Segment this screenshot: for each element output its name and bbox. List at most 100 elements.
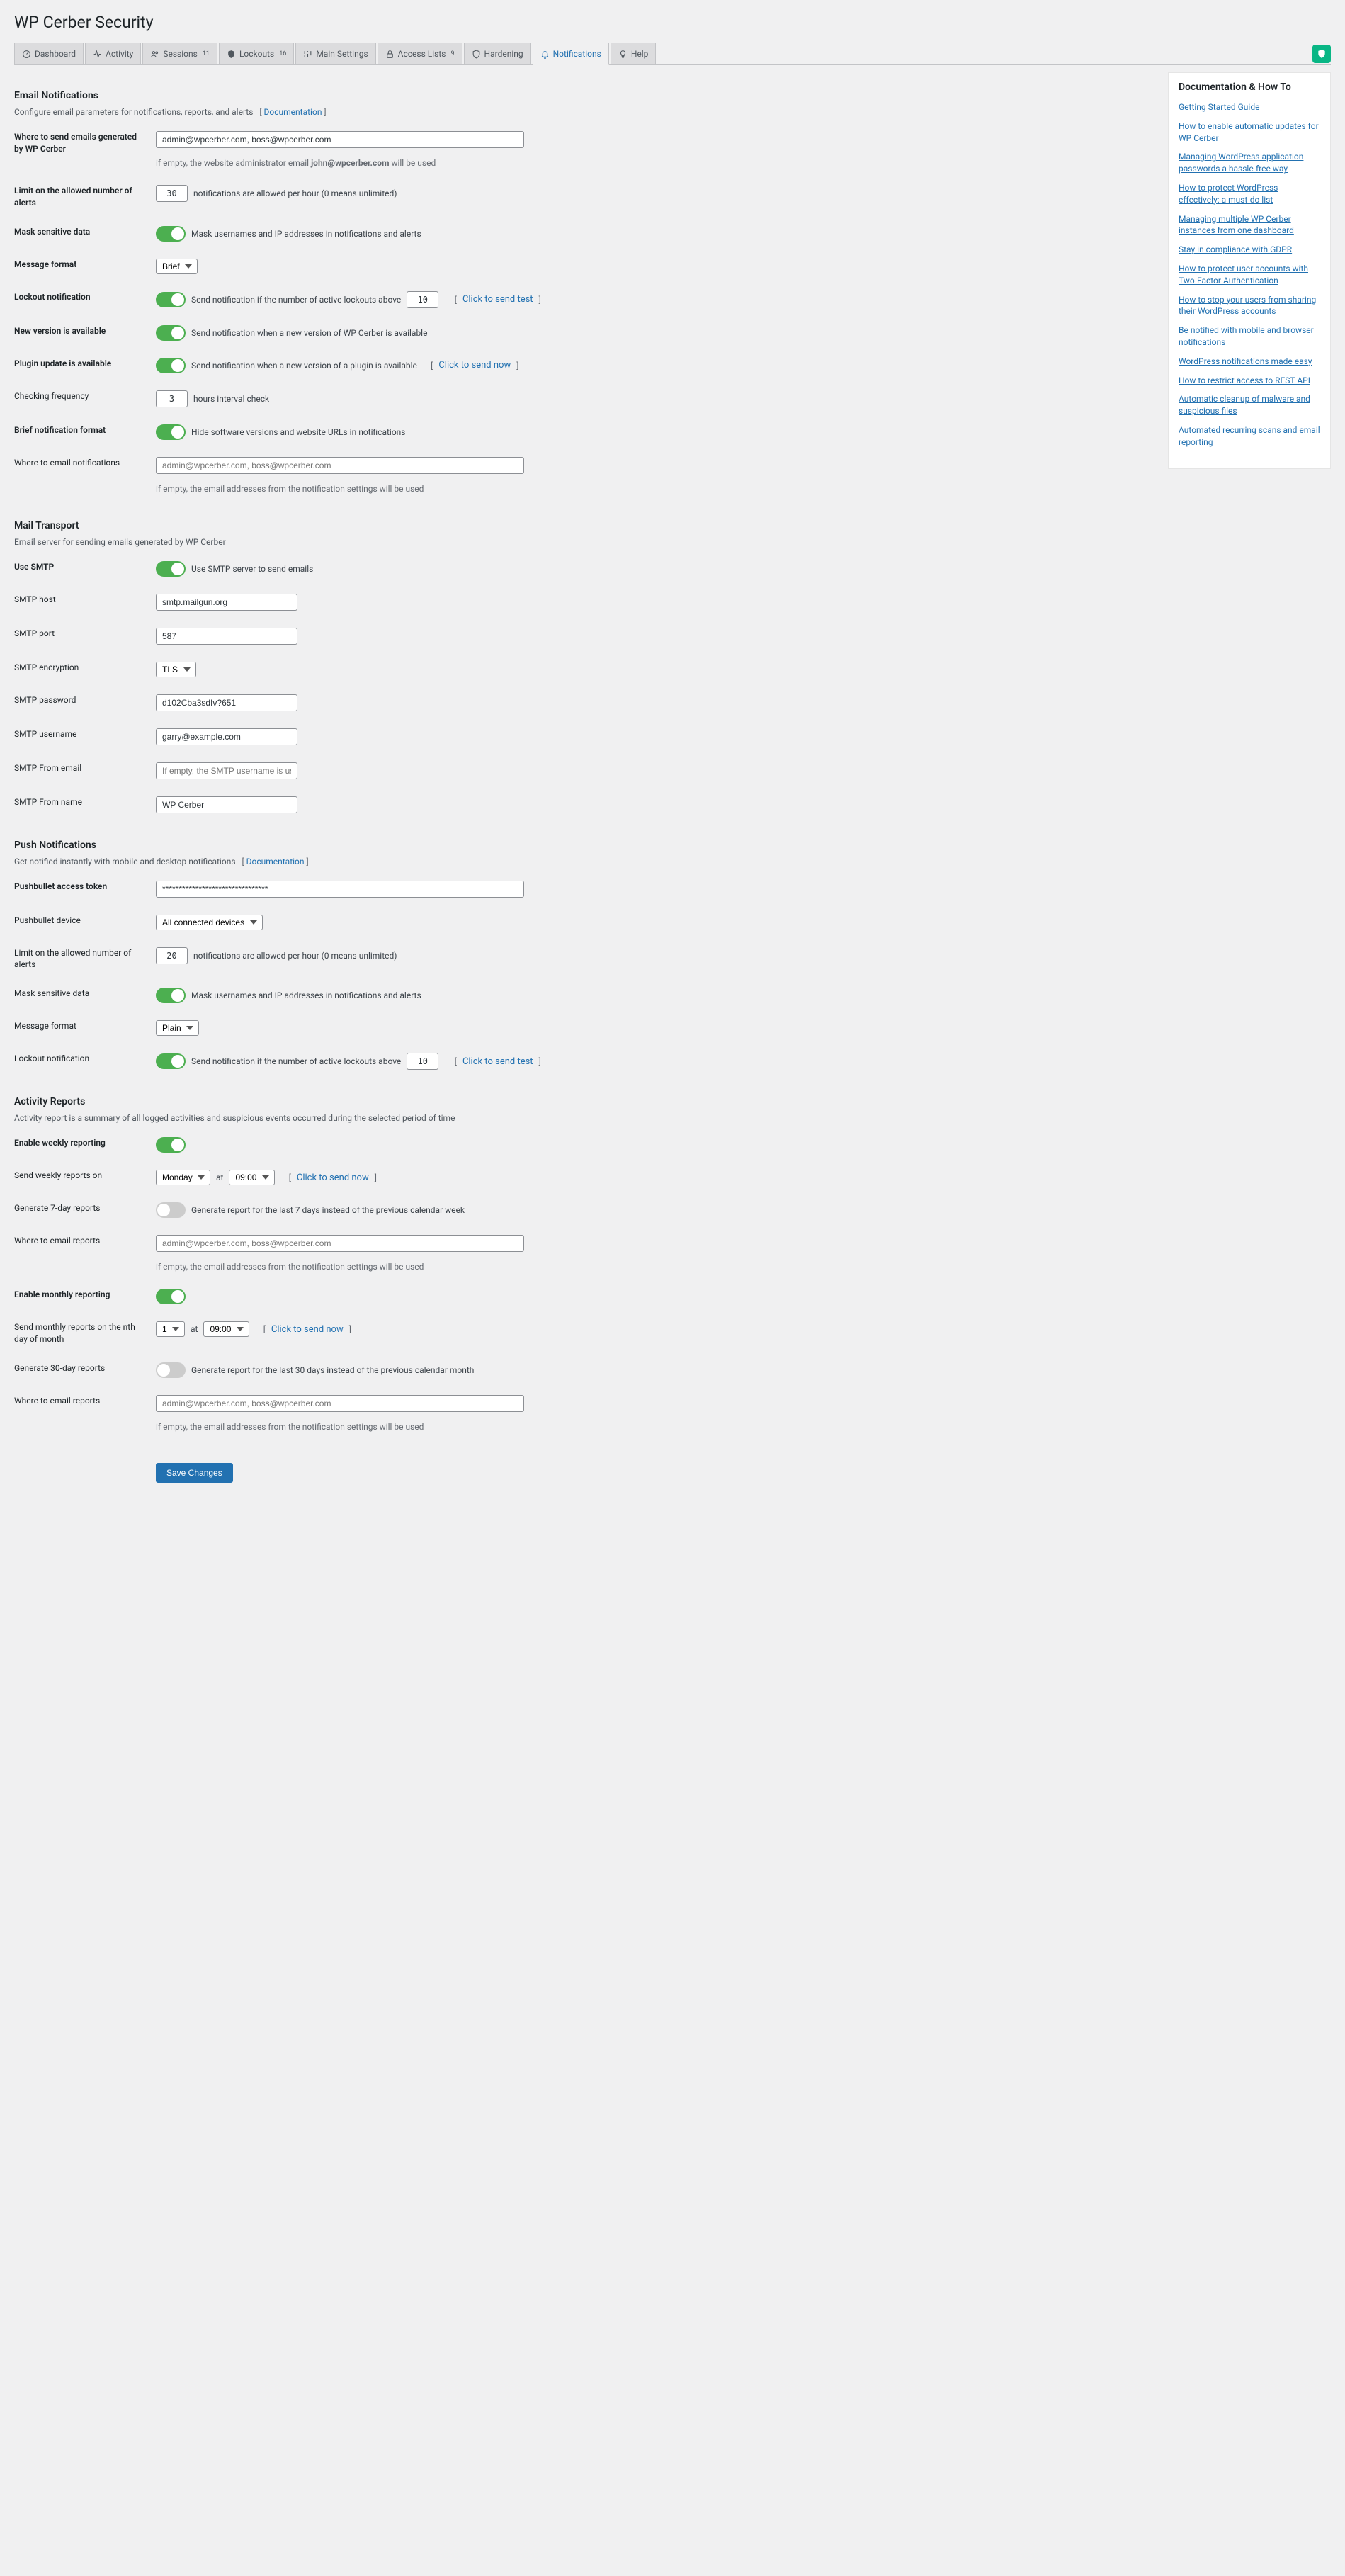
gen7-toggle[interactable]: [156, 1202, 186, 1218]
format-select[interactable]: Brief: [156, 259, 198, 274]
push-lockout-test-link[interactable]: Click to send test: [462, 1056, 533, 1067]
smtp-from-name-input[interactable]: [156, 796, 297, 813]
push-device-label: Pushbullet device: [14, 915, 156, 927]
tab-help[interactable]: Help: [611, 43, 657, 64]
monthly-time-select[interactable]: 09:00: [203, 1321, 249, 1337]
push-mask-hint: Mask usernames and IP addresses in notif…: [191, 990, 421, 1000]
lockout-test-link[interactable]: Click to send test: [462, 294, 533, 305]
push-device-select[interactable]: All connected devices: [156, 915, 263, 930]
smtp-port-label: SMTP port: [14, 628, 156, 640]
gen7-label: Generate 7-day reports: [14, 1202, 156, 1214]
save-button[interactable]: Save Changes: [156, 1463, 233, 1483]
push-lockout-label: Lockout notification: [14, 1053, 156, 1065]
sidebar-link[interactable]: Automatic cleanup of malware and suspici…: [1179, 393, 1320, 417]
push-heading: Push Notifications: [14, 840, 1154, 851]
limit-input[interactable]: [156, 185, 188, 202]
tab-dashboard[interactable]: Dashboard: [14, 43, 84, 64]
monthly-day-select[interactable]: 1: [156, 1321, 185, 1337]
lockout-value-input[interactable]: [407, 291, 438, 308]
bell-icon: [540, 50, 550, 59]
push-lockout-toggle[interactable]: [156, 1053, 186, 1069]
sidebar-link[interactable]: Managing WordPress application passwords…: [1179, 151, 1320, 175]
newver-toggle[interactable]: [156, 325, 186, 341]
email-doc-link[interactable]: Documentation: [264, 107, 322, 117]
smtp-pass-input[interactable]: [156, 694, 297, 711]
weekly-toggle[interactable]: [156, 1137, 186, 1153]
sidebar-link[interactable]: Managing multiple WP Cerber instances fr…: [1179, 213, 1320, 237]
use-smtp-toggle[interactable]: [156, 561, 186, 577]
push-mask-label: Mask sensitive data: [14, 988, 156, 1000]
push-mask-toggle[interactable]: [156, 988, 186, 1003]
plugin-test-link[interactable]: Click to send now: [438, 360, 511, 371]
sidebar-link[interactable]: Stay in compliance with GDPR: [1179, 244, 1320, 256]
limit-label: Limit on the allowed number of alerts: [14, 185, 156, 209]
tab-activity[interactable]: Activity: [85, 43, 141, 64]
push-limit-input[interactable]: [156, 947, 188, 964]
monthly-send-link[interactable]: Click to send now: [271, 1324, 344, 1335]
weekly-on-label: Send weekly reports on: [14, 1170, 156, 1182]
push-doc-link[interactable]: Documentation: [246, 857, 305, 866]
sidebar-link[interactable]: How to protect user accounts with Two-Fa…: [1179, 263, 1320, 287]
lockout-label: Lockout notification: [14, 291, 156, 303]
push-format-label: Message format: [14, 1020, 156, 1032]
brief-toggle[interactable]: [156, 424, 186, 440]
weekly-label: Enable weekly reporting: [14, 1137, 156, 1149]
sidebar-link[interactable]: How to enable automatic updates for WP C…: [1179, 120, 1320, 145]
format-label: Message format: [14, 259, 156, 271]
tab-notifications[interactable]: Notifications: [533, 43, 609, 65]
where-reports-label: Where to email reports: [14, 1235, 156, 1247]
check-label: Checking frequency: [14, 390, 156, 402]
use-smtp-hint: Use SMTP server to send emails: [191, 564, 313, 574]
gen30-hint: Generate report for the last 30 days ins…: [191, 1365, 474, 1375]
sidebar-link[interactable]: Getting Started Guide: [1179, 101, 1320, 113]
cerber-badge[interactable]: [1312, 45, 1331, 63]
push-token-input[interactable]: [156, 881, 524, 898]
sidebar-link[interactable]: How to restrict access to REST API: [1179, 375, 1320, 387]
page-title: WP Cerber Security: [14, 13, 1331, 32]
documentation-sidebar: Documentation & How To Getting Started G…: [1168, 72, 1331, 469]
where-reports-hint: if empty, the email addresses from the n…: [156, 1262, 1154, 1272]
mask-label: Mask sensitive data: [14, 226, 156, 238]
smtp-from-email-input[interactable]: [156, 762, 297, 779]
tab-hardening[interactable]: Hardening: [464, 43, 531, 64]
lightbulb-icon: [618, 50, 628, 59]
newver-hint: Send notification when a new version of …: [191, 328, 427, 338]
tab-lockouts[interactable]: Lockouts16: [219, 43, 294, 64]
sidebar-link[interactable]: WordPress notifications made easy: [1179, 356, 1320, 368]
brief-label: Brief notification format: [14, 424, 156, 436]
plugin-toggle[interactable]: [156, 358, 186, 373]
check-input[interactable]: [156, 390, 188, 407]
where-to-send-input[interactable]: [156, 131, 524, 148]
gen30-toggle[interactable]: [156, 1362, 186, 1378]
gen7-hint: Generate report for the last 7 days inst…: [191, 1205, 465, 1215]
weekly-time-select[interactable]: 09:00: [229, 1170, 275, 1185]
mask-toggle[interactable]: [156, 226, 186, 242]
smtp-host-input[interactable]: [156, 594, 297, 611]
weekly-day-select[interactable]: Monday: [156, 1170, 210, 1185]
tab-access-lists[interactable]: Access Lists9: [378, 43, 462, 64]
smtp-user-input[interactable]: [156, 728, 297, 745]
push-limit-label: Limit on the allowed number of alerts: [14, 947, 156, 971]
weekly-send-link[interactable]: Click to send now: [297, 1173, 369, 1183]
lockout-toggle[interactable]: [156, 292, 186, 307]
monthly-toggle[interactable]: [156, 1289, 186, 1304]
tab-sessions[interactable]: Sessions11: [142, 43, 217, 64]
where-to-send-hint: if empty, the website administrator emai…: [156, 158, 1154, 168]
shield-badge-icon: [1317, 49, 1327, 59]
where-notif-input[interactable]: [156, 457, 524, 474]
shield-outline-icon: [472, 50, 481, 59]
smtp-enc-select[interactable]: TLS: [156, 662, 196, 677]
where-reports2-input[interactable]: [156, 1395, 524, 1412]
sidebar-link[interactable]: How to stop your users from sharing thei…: [1179, 294, 1320, 318]
sidebar-link[interactable]: Be notified with mobile and browser noti…: [1179, 324, 1320, 349]
smtp-host-label: SMTP host: [14, 594, 156, 606]
tab-main-settings[interactable]: Main Settings: [295, 43, 375, 64]
push-format-select[interactable]: Plain: [156, 1020, 199, 1036]
sidebar-link[interactable]: How to protect WordPress effectively: a …: [1179, 182, 1320, 206]
push-lockout-value-input[interactable]: [407, 1053, 438, 1070]
push-limit-hint: notifications are allowed per hour (0 me…: [193, 951, 397, 961]
sidebar-link[interactable]: Automated recurring scans and email repo…: [1179, 424, 1320, 448]
smtp-port-input[interactable]: [156, 628, 297, 645]
sliders-icon: [303, 50, 312, 59]
where-reports-input[interactable]: [156, 1235, 524, 1252]
